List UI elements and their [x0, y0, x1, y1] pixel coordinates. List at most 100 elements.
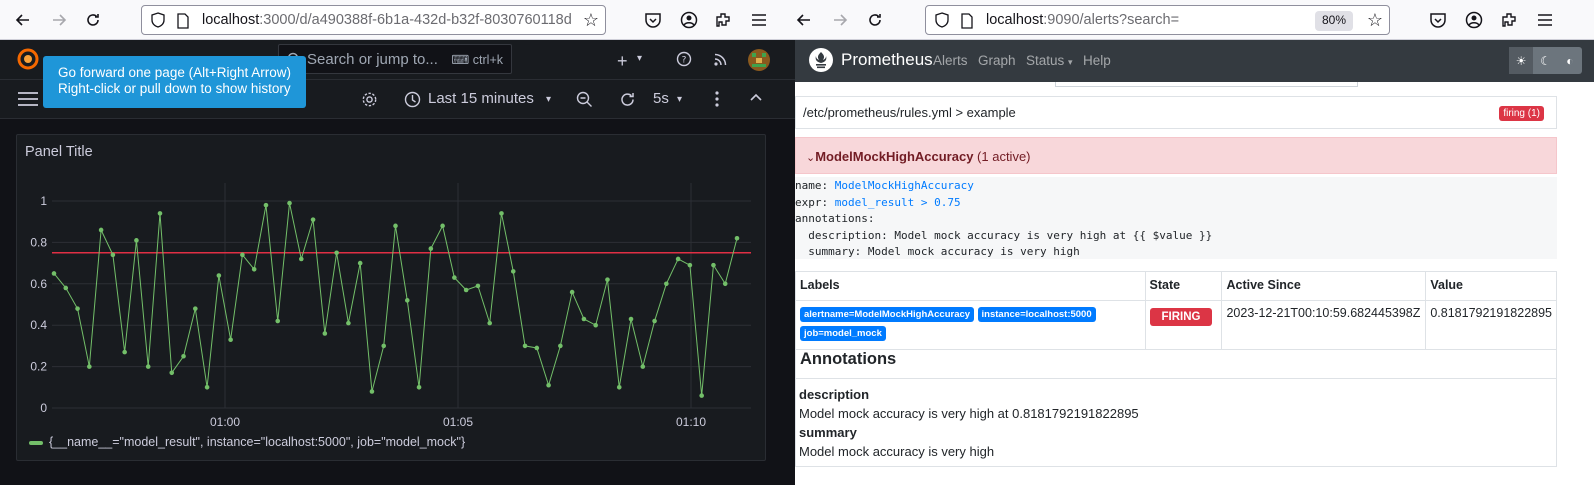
nav-alerts[interactable]: Alerts [933, 53, 968, 68]
bookmark-star-icon[interactable]: ☆ [1367, 10, 1383, 31]
menu-icon[interactable] [1534, 9, 1556, 31]
legend-swatch [29, 440, 43, 445]
refresh-chevron-down-icon[interactable]: ▾ [677, 94, 682, 105]
add-chevron-down-icon[interactable]: ▾ [637, 53, 642, 64]
prometheus-logo-icon[interactable] [809, 48, 833, 72]
summary-value: Model mock accuracy is very high [799, 444, 995, 459]
prometheus-navbar: Prometheus Alerts Graph Status ▾ Help ☀ … [795, 40, 1594, 82]
account-icon[interactable] [678, 9, 700, 31]
extensions-icon[interactable] [1498, 9, 1520, 31]
x-tick-label: 01:00 [210, 415, 240, 429]
refresh-interval-picker[interactable]: 5s [653, 90, 669, 107]
status-caret-down-icon: ▾ [1068, 57, 1073, 67]
data-point [711, 262, 716, 268]
data-point [734, 235, 740, 241]
forward-button[interactable] [827, 7, 853, 33]
nav-graph[interactable]: Graph [978, 53, 1016, 68]
data-point [228, 337, 233, 342]
time-series-panel[interactable]: Panel Title 0 0.2 0.4 0.6 0.8 1 01:00 01:05 01:1… [16, 134, 766, 461]
data-point [569, 289, 575, 295]
account-icon[interactable] [1463, 9, 1485, 31]
pocket-icon[interactable] [642, 9, 664, 31]
search-input-edge[interactable] [1055, 82, 1358, 87]
active-since-cell: 2023-12-21T00:10:59.682445398Z [1221, 300, 1427, 350]
help-icon[interactable]: ? [676, 51, 692, 67]
data-point [263, 202, 269, 208]
data-point [63, 285, 69, 291]
reload-button[interactable] [80, 7, 106, 33]
rule-name-link[interactable]: ModelMockHighAccuracy [835, 179, 974, 192]
grafana-search-input[interactable]: Search or jump to... ⌨ ctrl+k [278, 44, 512, 74]
time-series-chart[interactable]: 0 0.2 0.4 0.6 0.8 1 01:00 01:05 01:10 [17, 135, 767, 462]
col-header-active-since: Active Since [1221, 271, 1427, 301]
data-point [499, 211, 504, 216]
page-icon [960, 13, 974, 34]
data-point [534, 345, 540, 351]
alert-rule-header[interactable]: ⌄ModelMockHighAccuracy (1 active) [795, 137, 1557, 174]
nav-help[interactable]: Help [1083, 53, 1111, 68]
refresh-icon[interactable] [619, 91, 636, 108]
data-point [393, 223, 398, 229]
legend-label: {__name__="model_result", instance="loca… [49, 435, 466, 449]
data-point [546, 382, 551, 388]
data-point [204, 385, 210, 390]
value-cell: 0.8181792191822895 [1425, 300, 1557, 350]
shield-icon [934, 12, 950, 33]
forward-button[interactable] [46, 7, 72, 33]
hamburger-menu-icon[interactable] [18, 92, 38, 106]
collapse-chevron-up-icon[interactable] [750, 93, 762, 101]
x-tick-label: 01:10 [676, 415, 706, 429]
add-new-icon[interactable]: + [617, 51, 628, 72]
data-point [428, 246, 434, 251]
table-row: alertname=ModelMockHighAccuracy instance… [795, 300, 1557, 350]
forward-button-tooltip: Go forward one page (Alt+Right Arrow) Ri… [43, 56, 306, 108]
data-point [181, 353, 186, 359]
data-point [675, 256, 681, 262]
data-point [558, 343, 563, 349]
data-point [628, 316, 634, 322]
right-browser-window: localhost:9090/alerts?search= 80% ☆ Prom… [795, 0, 1594, 485]
alert-rule-definition: name: ModelMockHighAccuracy expr: model_… [795, 177, 1557, 259]
menu-icon[interactable] [748, 9, 770, 31]
user-avatar[interactable] [748, 49, 770, 71]
back-button[interactable] [10, 7, 36, 33]
time-range-chevron-down-icon[interactable]: ▾ [546, 94, 551, 105]
grafana-logo-icon[interactable] [16, 47, 40, 76]
tooltip-line-2: Right-click or pull down to show history [58, 81, 291, 96]
zoom-level-badge[interactable]: 80% [1314, 11, 1353, 31]
rule-group-header[interactable]: /etc/prometheus/rules.yml > example firi… [795, 96, 1557, 129]
prometheus-brand[interactable]: Prometheus [841, 50, 933, 70]
news-rss-icon[interactable] [713, 52, 728, 67]
data-point [145, 364, 151, 369]
theme-light-sun-icon[interactable]: ☀ [1509, 47, 1534, 74]
data-point [699, 393, 704, 398]
reload-button[interactable] [862, 7, 888, 33]
data-point [275, 318, 281, 324]
clock-icon[interactable] [404, 91, 421, 108]
y-tick-label: 1 [40, 194, 47, 208]
theme-auto-contrast-icon[interactable]: ◐ [1558, 47, 1582, 74]
time-range-picker[interactable]: Last 15 minutes [428, 90, 534, 107]
bookmark-star-icon[interactable]: ☆ [583, 10, 599, 31]
zoom-out-icon[interactable] [576, 91, 593, 108]
forward-arrow-icon [834, 14, 848, 26]
chart-legend-item[interactable]: {__name__="model_result", instance="loca… [29, 435, 465, 449]
reload-icon [87, 14, 99, 26]
data-point [98, 227, 104, 233]
data-point [110, 252, 116, 258]
data-point [322, 331, 328, 336]
nav-status[interactable]: Status ▾ [1026, 53, 1073, 68]
pocket-icon[interactable] [1427, 9, 1449, 31]
kebab-menu-icon[interactable] [714, 91, 720, 107]
back-button[interactable] [795, 7, 817, 33]
theme-dark-moon-icon[interactable]: ☾ [1533, 47, 1557, 74]
page-icon [176, 13, 190, 34]
data-point [169, 370, 175, 376]
x-tick-label: 01:05 [443, 415, 473, 429]
dashboard-settings-gear-icon[interactable] [361, 91, 378, 108]
data-point [298, 256, 304, 262]
extensions-icon[interactable] [712, 9, 734, 31]
url-bar[interactable]: localhost:9090/alerts?search= 80% ☆ [925, 5, 1390, 35]
url-bar[interactable]: localhost:3000/d/a490388f-6b1a-432d-b32f… [141, 5, 606, 35]
rule-expr-link[interactable]: model_result > 0.75 [835, 196, 961, 209]
